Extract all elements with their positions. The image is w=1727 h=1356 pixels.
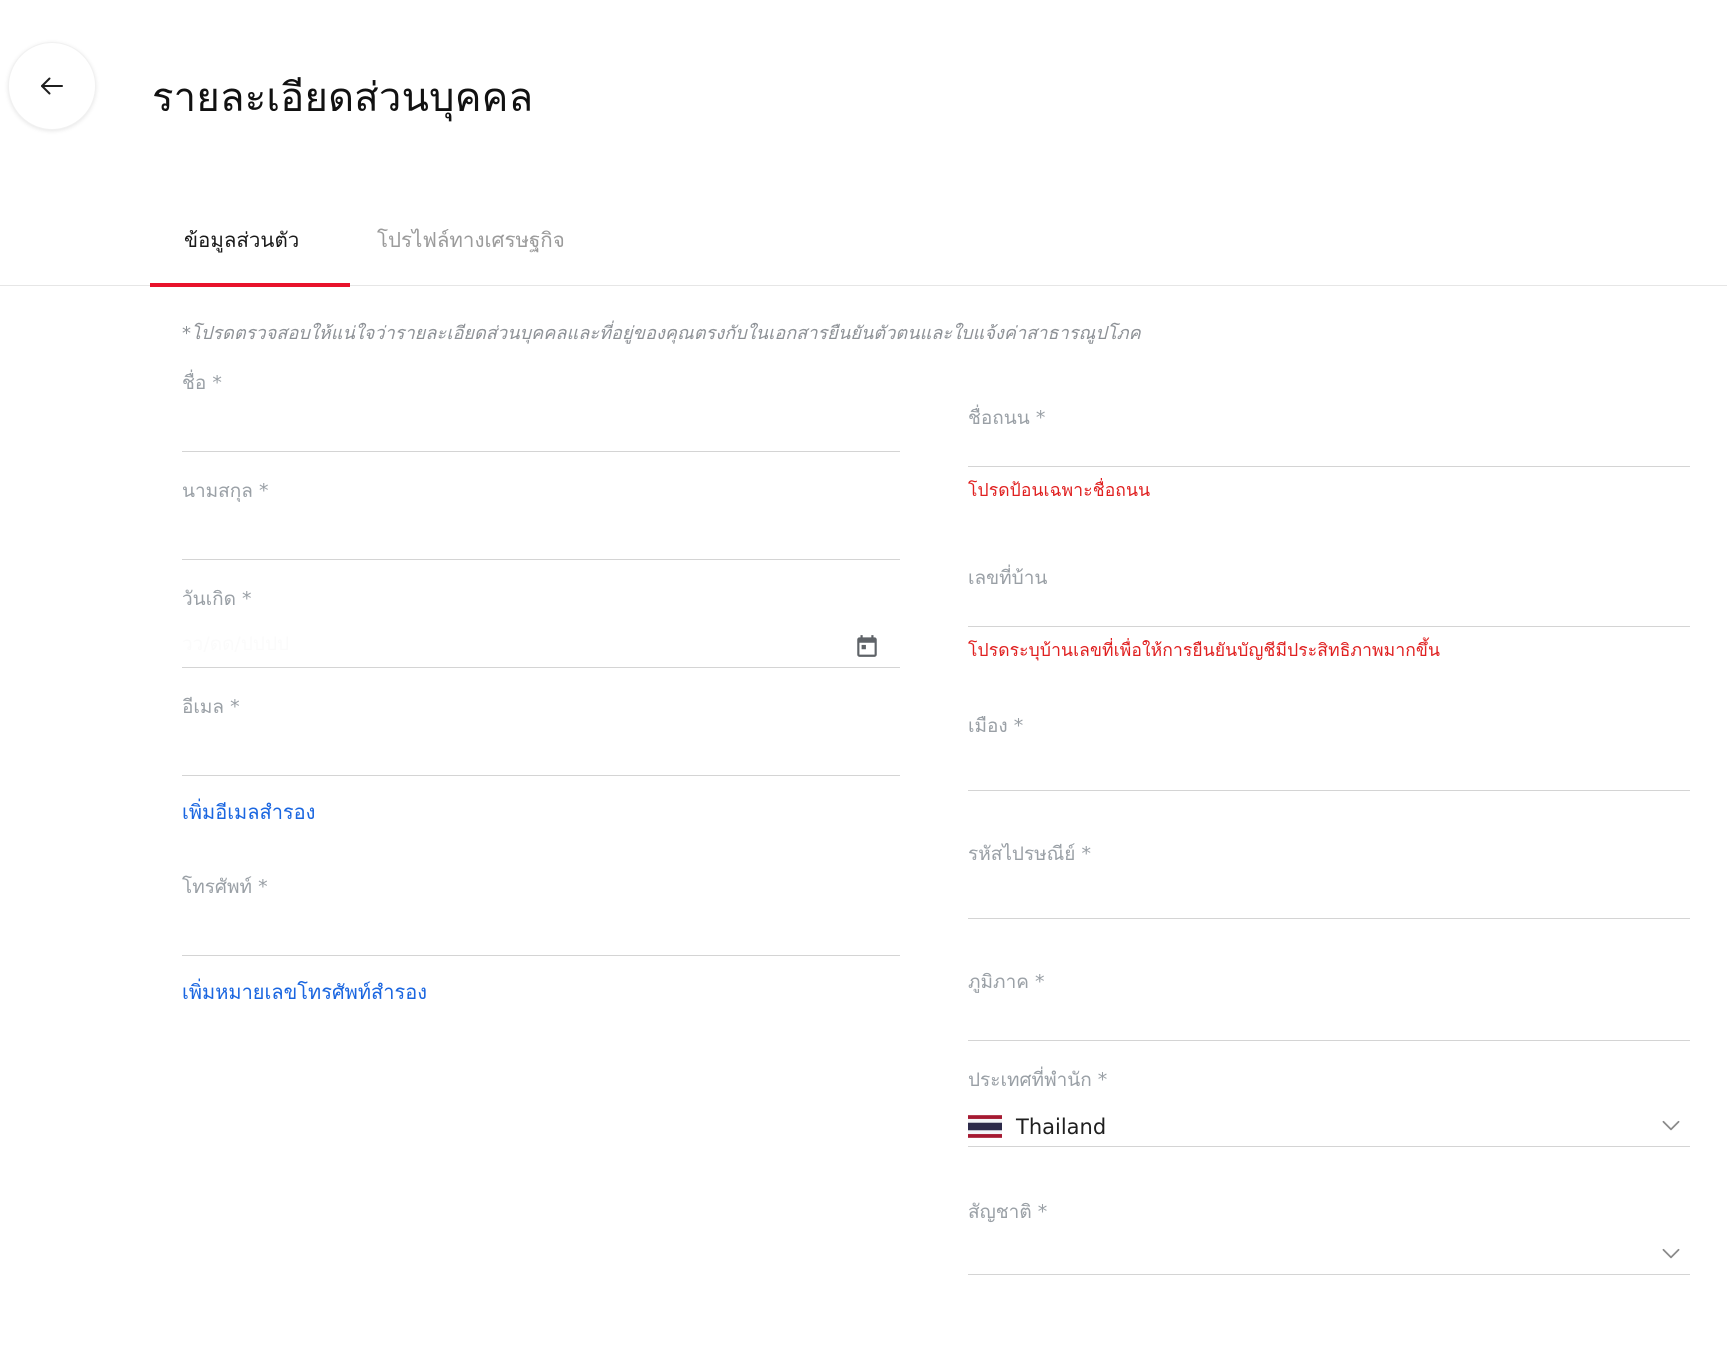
city-input[interactable]	[968, 739, 1690, 791]
first-name-input[interactable]	[182, 396, 900, 452]
birth-date-label: วันเกิด *	[182, 588, 252, 610]
street-error-message: โปรดป้อนเฉพาะชื่อถนน	[968, 481, 1151, 501]
country-value: Thailand	[1016, 1115, 1107, 1139]
region-label: ภูมิภาค *	[968, 971, 1045, 993]
house-number-input[interactable]	[968, 591, 1690, 627]
field-last-name: นามสกุล *	[182, 478, 900, 560]
birth-date-input[interactable]: วว/ดด/ปปปป	[182, 612, 900, 668]
thailand-flag-icon	[968, 1115, 1002, 1138]
street-label: ชื่อถนน *	[968, 407, 1046, 429]
tab-personal-info[interactable]: ข้อมูลส่วนตัว	[184, 196, 299, 285]
page-header: รายละเอียดส่วนบุคคล	[0, 0, 1727, 168]
field-city: เมือง *	[968, 713, 1690, 791]
page-title: รายละเอียดส่วนบุคคล	[152, 75, 534, 121]
field-postcode: รหัสไปรษณีย์ *	[968, 841, 1690, 919]
nationality-select[interactable]	[968, 1225, 1690, 1275]
email-label: อีเมล *	[182, 696, 240, 718]
last-name-input[interactable]	[182, 504, 900, 560]
tab-economic-profile[interactable]: โปรไฟล์ทางเศรษฐกิจ	[377, 196, 565, 285]
phone-input[interactable]	[182, 900, 900, 956]
postcode-label: รหัสไปรษณีย์ *	[968, 843, 1091, 865]
city-label: เมือง *	[968, 715, 1024, 737]
active-tab-indicator	[150, 283, 350, 287]
form-disclaimer: *โปรดตรวจสอบให้แน่ใจว่ารายละเอียดส่วนบุค…	[182, 323, 1141, 344]
personal-details-page: รายละเอียดส่วนบุคคล ข้อมูลส่วนตัว โปรไฟล…	[0, 0, 1727, 1356]
house-number-label: เลขที่บ้าน	[968, 567, 1048, 589]
field-country-of-residence: ประเทศที่พำนัก * Thailand	[968, 1067, 1690, 1147]
house-number-error-message: โปรดระบุบ้านเลขที่เพื่อให้การยืนยันบัญชี…	[968, 641, 1441, 661]
nationality-label: สัญชาติ *	[968, 1201, 1048, 1223]
field-house-number: เลขที่บ้าน โปรดระบุบ้านเลขที่เพื่อให้การ…	[968, 565, 1690, 663]
region-input[interactable]	[968, 995, 1690, 1041]
postcode-input[interactable]	[968, 867, 1690, 919]
chevron-down-icon[interactable]	[1658, 1240, 1684, 1266]
phone-label: โทรศัพท์ *	[182, 876, 268, 898]
first-name-label: ชื่อ *	[182, 372, 222, 394]
field-email: อีเมล *	[182, 694, 900, 776]
country-label: ประเทศที่พำนัก *	[968, 1069, 1108, 1091]
calendar-icon[interactable]	[854, 633, 880, 659]
right-column: ชื่อถนน * โปรดป้อนเฉพาะชื่อถนน เลขที่บ้า…	[968, 405, 1690, 1275]
last-name-label: นามสกุล *	[182, 480, 269, 502]
birth-date-placeholder: วว/ดด/ปปปป	[182, 633, 290, 655]
field-street: ชื่อถนน * โปรดป้อนเฉพาะชื่อถนน	[968, 405, 1690, 503]
email-input[interactable]	[182, 720, 900, 776]
arrow-left-icon	[37, 71, 67, 101]
add-backup-email-link[interactable]: เพิ่มอีเมลสำรอง	[182, 798, 315, 826]
street-input[interactable]	[968, 431, 1690, 467]
back-button[interactable]	[8, 42, 96, 130]
country-select[interactable]: Thailand	[968, 1093, 1690, 1147]
field-birth-date: วันเกิด * วว/ดด/ปปปป	[182, 586, 900, 668]
field-region: ภูมิภาค *	[968, 969, 1690, 1041]
field-first-name: ชื่อ *	[182, 370, 900, 452]
add-backup-phone-link[interactable]: เพิ่มหมายเลขโทรศัพท์สำรอง	[182, 978, 427, 1006]
tab-bar: ข้อมูลส่วนตัว โปรไฟล์ทางเศรษฐกิจ	[0, 196, 1727, 286]
chevron-down-icon[interactable]	[1658, 1112, 1684, 1138]
left-column: ชื่อ * นามสกุล * วันเกิด * วว/ดด/ปปปป อี…	[182, 370, 900, 1006]
field-phone: โทรศัพท์ *	[182, 874, 900, 956]
field-nationality: สัญชาติ *	[968, 1199, 1690, 1275]
